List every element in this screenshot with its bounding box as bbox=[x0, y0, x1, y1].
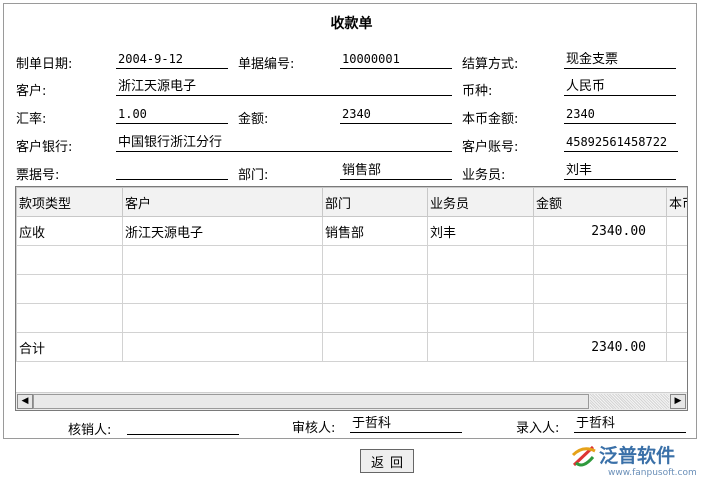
arrow-left-icon: ◀ bbox=[21, 396, 29, 406]
dept-field[interactable]: 销售部 bbox=[340, 163, 452, 180]
scroll-track[interactable] bbox=[590, 394, 669, 409]
scroll-thumb[interactable] bbox=[33, 394, 589, 409]
col-header-amount[interactable]: 金额 bbox=[533, 187, 667, 217]
cell-customer[interactable]: 浙江天源电子 bbox=[122, 216, 323, 246]
account-label: 客户账号: bbox=[462, 140, 519, 155]
scroll-right-button[interactable]: ▶ bbox=[670, 394, 686, 409]
ticket-label: 票据号: bbox=[16, 168, 60, 183]
grid-header-row: 款项类型 客户 部门 业务员 金额 本币金额 bbox=[16, 187, 687, 217]
cell-dept[interactable]: 销售部 bbox=[322, 216, 428, 246]
cell-amount[interactable] bbox=[533, 303, 667, 333]
customer-label: 客户: bbox=[16, 84, 47, 99]
col-header-local-amount[interactable]: 本币金额 bbox=[666, 187, 687, 217]
cell-amount[interactable]: 2340.00 bbox=[533, 216, 667, 246]
cell-local-amount bbox=[666, 332, 687, 362]
col-header-staff[interactable]: 业务员 bbox=[427, 187, 534, 217]
detail-grid: 款项类型 客户 部门 业务员 金额 本币金额 应收 浙江天源电子 销售部 刘丰 … bbox=[15, 186, 688, 411]
cell-amount[interactable] bbox=[533, 245, 667, 275]
cell-customer[interactable] bbox=[122, 303, 323, 333]
table-row[interactable]: 应收 浙江天源电子 销售部 刘丰 2340.00 bbox=[16, 216, 687, 246]
cell-local-amount[interactable] bbox=[666, 216, 687, 246]
table-row[interactable] bbox=[16, 245, 687, 275]
staff-label: 业务员: bbox=[462, 168, 506, 183]
scroll-left-button[interactable]: ◀ bbox=[17, 394, 33, 409]
local-amount-field[interactable]: 2340 bbox=[564, 107, 676, 124]
currency-field[interactable]: 人民币 bbox=[564, 79, 676, 96]
cell-dept bbox=[322, 332, 428, 362]
local-amount-label: 本币金额: bbox=[462, 112, 519, 127]
cell-local-amount[interactable] bbox=[666, 245, 687, 275]
col-header-dept[interactable]: 部门 bbox=[322, 187, 428, 217]
cell-amount[interactable] bbox=[533, 274, 667, 304]
detail-table: 款项类型 客户 部门 业务员 金额 本币金额 应收 浙江天源电子 销售部 刘丰 … bbox=[16, 187, 687, 362]
logo-url: www.fanpusoft.com bbox=[608, 468, 697, 478]
currency-label: 币种: bbox=[462, 84, 493, 99]
dept-label: 部门: bbox=[238, 168, 269, 183]
logo-mark-icon bbox=[571, 445, 596, 467]
rate-label: 汇率: bbox=[16, 112, 47, 127]
cell-customer[interactable] bbox=[122, 245, 323, 275]
cell-type[interactable] bbox=[16, 245, 123, 275]
cell-customer[interactable] bbox=[122, 274, 323, 304]
cell-staff[interactable] bbox=[427, 274, 534, 304]
total-row: 合计 2340.00 bbox=[16, 332, 687, 362]
auditor-field[interactable]: 于哲科 bbox=[350, 416, 462, 433]
cell-type[interactable] bbox=[16, 274, 123, 304]
staff-field[interactable]: 刘丰 bbox=[564, 163, 676, 180]
customer-field[interactable]: 浙江天源电子 bbox=[116, 79, 452, 96]
form-title: 收款单 bbox=[330, 16, 373, 32]
cell-local-amount[interactable] bbox=[666, 303, 687, 333]
cell-customer bbox=[122, 332, 323, 362]
brand-logo: 泛普软件 www.fanpusoft.com bbox=[571, 441, 699, 483]
cell-staff[interactable] bbox=[427, 245, 534, 275]
date-field[interactable]: 2004-9-12 bbox=[116, 52, 228, 69]
cell-staff[interactable] bbox=[427, 303, 534, 333]
cell-total-label: 合计 bbox=[16, 332, 123, 362]
logo-name: 泛普软件 bbox=[599, 445, 676, 467]
rate-field[interactable]: 1.00 bbox=[116, 107, 228, 124]
verifier-label: 核销人: bbox=[68, 423, 112, 438]
doc-no-field[interactable]: 10000001 bbox=[340, 52, 452, 69]
grid-viewport: 款项类型 客户 部门 业务员 金额 本币金额 应收 浙江天源电子 销售部 刘丰 … bbox=[16, 187, 687, 392]
cell-staff[interactable]: 刘丰 bbox=[427, 216, 534, 246]
amount-label: 金额: bbox=[238, 112, 269, 127]
cell-dept[interactable] bbox=[322, 274, 428, 304]
cell-dept[interactable] bbox=[322, 303, 428, 333]
horizontal-scrollbar[interactable]: ◀ ▶ bbox=[16, 392, 687, 410]
amount-field[interactable]: 2340 bbox=[340, 107, 452, 124]
col-header-customer[interactable]: 客户 bbox=[122, 187, 323, 217]
cell-total-amount: 2340.00 bbox=[533, 332, 667, 362]
bank-field[interactable]: 中国银行浙江分行 bbox=[116, 135, 452, 152]
col-header-type[interactable]: 款项类型 bbox=[16, 187, 123, 217]
cell-type[interactable]: 应收 bbox=[16, 216, 123, 246]
table-row[interactable] bbox=[16, 274, 687, 304]
ticket-field[interactable] bbox=[116, 163, 228, 180]
doc-no-label: 单据编号: bbox=[238, 57, 295, 72]
entry-label: 录入人: bbox=[516, 421, 560, 436]
cell-type[interactable] bbox=[16, 303, 123, 333]
settle-field[interactable]: 现金支票 bbox=[564, 52, 676, 69]
settle-label: 结算方式: bbox=[462, 57, 519, 72]
bank-label: 客户银行: bbox=[16, 140, 73, 155]
cell-local-amount[interactable] bbox=[666, 274, 687, 304]
table-row[interactable] bbox=[16, 303, 687, 333]
cell-staff bbox=[427, 332, 534, 362]
back-button[interactable]: 返回 bbox=[360, 449, 414, 473]
arrow-right-icon: ▶ bbox=[674, 396, 682, 406]
entry-field[interactable]: 于哲科 bbox=[574, 416, 686, 433]
auditor-label: 审核人: bbox=[292, 421, 336, 436]
cell-dept[interactable] bbox=[322, 245, 428, 275]
date-label: 制单日期: bbox=[16, 57, 73, 72]
verifier-field[interactable] bbox=[127, 418, 239, 435]
account-field[interactable]: 45892561458722 bbox=[564, 135, 678, 152]
